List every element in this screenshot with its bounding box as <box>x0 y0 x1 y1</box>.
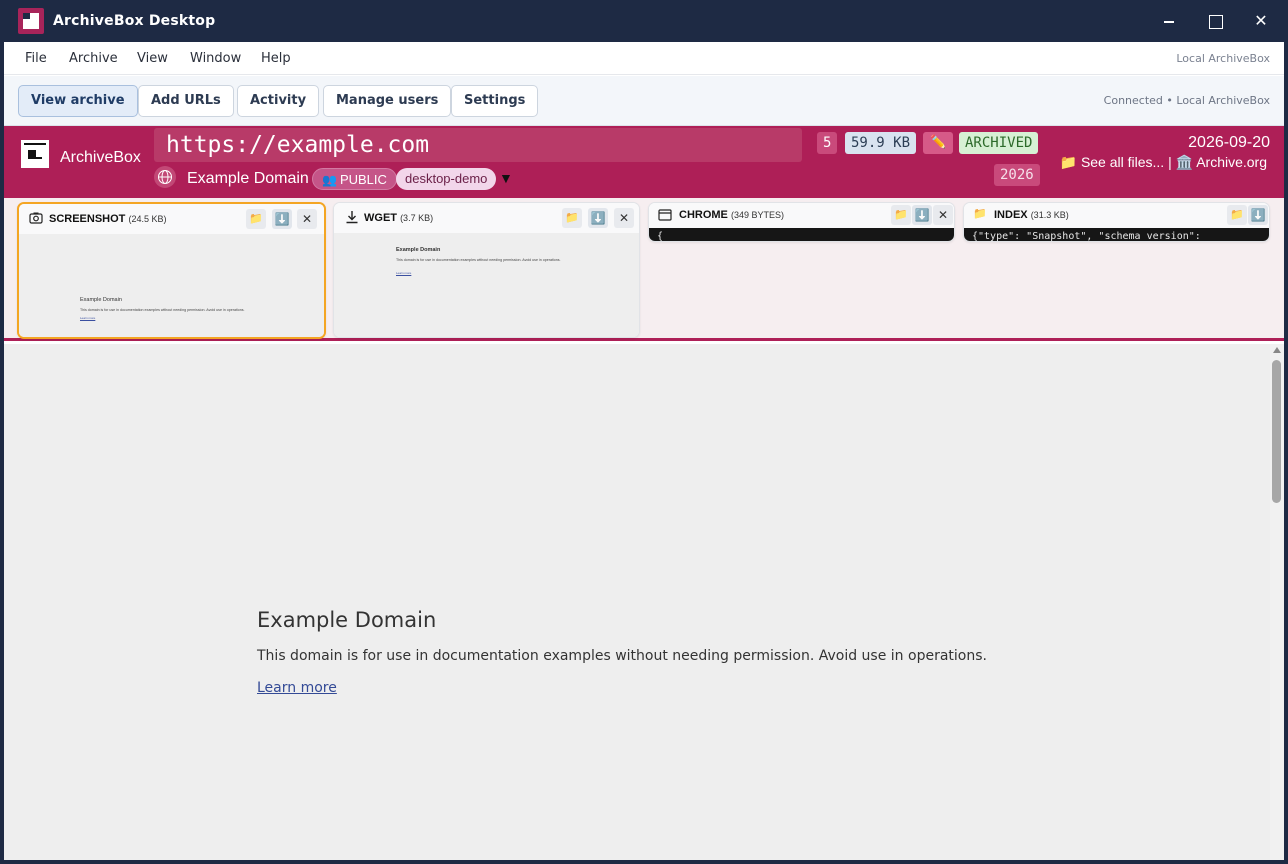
archive-org-link[interactable]: Archive.org <box>1196 154 1267 170</box>
learn-more-link[interactable]: Learn more <box>257 680 337 696</box>
snapshot-links: 📁 See all files... | 🏛️ Archive.org <box>1060 154 1267 171</box>
folder-icon: 📁 <box>565 212 579 224</box>
menubar-instance-label: Local ArchiveBox <box>1176 52 1270 65</box>
close-panel-button[interactable]: ✕ <box>297 209 317 229</box>
pencil-icon[interactable]: ✏️ <box>923 132 954 154</box>
camera-icon <box>29 212 43 224</box>
snapshot-header: ArchiveBox https://example.com Example D… <box>4 126 1284 198</box>
download-button[interactable]: ⬇️ <box>912 205 932 225</box>
snapshot-date: 2026-09-20 <box>1188 134 1270 151</box>
download-button[interactable]: ⬇️ <box>272 209 292 229</box>
page-heading: Example Domain <box>257 608 437 632</box>
download-icon: ⬇️ <box>274 212 290 226</box>
menu-help[interactable]: Help <box>261 51 291 66</box>
index-json-preview: {"type": "Snapshot", "schema_version": <box>964 228 1269 241</box>
chrome-card[interactable]: CHROME (349 BYTES) 📁 ⬇️ ✕ { <box>648 202 955 242</box>
card-header: SCREENSHOT (24.5 KB) 📁 ⬇️ ✕ <box>19 204 324 234</box>
add-urls-button[interactable]: Add URLs <box>138 85 234 117</box>
preview-text: This domain is for use in documentation … <box>396 258 561 262</box>
open-folder-button[interactable]: 📁 <box>246 209 266 229</box>
folder-icon: 📁 <box>249 213 263 225</box>
activity-button[interactable]: Activity <box>237 85 320 117</box>
settings-button[interactable]: Settings <box>451 85 539 117</box>
title-bar: ArchiveBox Desktop ✕ <box>0 0 1288 42</box>
users-icon: 👥 <box>322 173 337 187</box>
tag-badge[interactable]: desktop-demo <box>396 168 497 190</box>
folder-icon: 📁 <box>973 208 987 220</box>
page-paragraph: This domain is for use in documentation … <box>257 648 987 664</box>
visibility-label: PUBLIC <box>339 172 387 187</box>
card-title: SCREENSHOT (24.5 KB) <box>49 213 167 225</box>
index-card[interactable]: 📁 INDEX (31.3 KB) 📁 ⬇️ {"type": "Snapsho… <box>963 202 1270 242</box>
archiveresult-panels: SCREENSHOT (24.5 KB) 📁 ⬇️ ✕ Example Doma… <box>4 198 1284 341</box>
snapshot-url-field[interactable]: https://example.com <box>154 128 802 162</box>
preview-title: Example Domain <box>396 247 441 253</box>
open-folder-button[interactable]: 📁 <box>562 208 582 228</box>
browser-window-icon <box>658 209 672 221</box>
menu-window[interactable]: Window <box>190 51 241 66</box>
menu-archive[interactable]: Archive <box>69 51 118 66</box>
folder-icon: 📁 <box>894 209 908 221</box>
close-window-button[interactable]: ✕ <box>1250 10 1272 32</box>
screenshot-preview: Example Domain This domain is for use in… <box>19 234 324 337</box>
app-content: File Archive View Window Help Local Arch… <box>4 42 1284 860</box>
app-logo-icon <box>18 8 44 34</box>
open-folder-button[interactable]: 📁 <box>891 205 911 225</box>
bank-icon: 🏛️ <box>1175 154 1194 170</box>
chrome-json-preview: { <box>649 228 954 241</box>
app-window: ArchiveBox Desktop ✕ File Archive View W… <box>0 0 1288 864</box>
screenshot-card[interactable]: SCREENSHOT (24.5 KB) 📁 ⬇️ ✕ Example Doma… <box>17 202 326 339</box>
download-icon: ⬇️ <box>1250 208 1266 222</box>
maximize-button[interactable] <box>1204 10 1226 32</box>
preview-title: Example Domain <box>80 297 122 303</box>
caret-down-icon[interactable]: ▼ <box>499 170 513 186</box>
menu-view[interactable]: View <box>137 51 168 66</box>
link-separator: | <box>1168 154 1172 170</box>
window-title: ArchiveBox Desktop <box>53 13 216 29</box>
folder-icon: 📁 <box>1230 209 1244 221</box>
card-title: WGET (3.7 KB) <box>364 212 434 224</box>
download-button[interactable]: ⬇️ <box>1248 205 1268 225</box>
connection-status: Connected • Local ArchiveBox <box>1103 94 1270 107</box>
snapshot-url: https://example.com <box>166 132 430 158</box>
viewer-scrollbar[interactable] <box>1270 344 1284 860</box>
archive-viewer[interactable]: Example Domain This domain is for use in… <box>4 344 1270 860</box>
card-title: INDEX (31.3 KB) <box>994 209 1069 221</box>
status-badge: ARCHIVED <box>959 132 1039 154</box>
minimize-button[interactable] <box>1158 10 1180 32</box>
wget-card[interactable]: WGET (3.7 KB) 📁 ⬇️ ✕ Example Domain This… <box>333 202 640 338</box>
download-icon: ⬇️ <box>914 208 930 222</box>
scroll-up-arrow-icon[interactable] <box>1273 347 1281 353</box>
menu-file[interactable]: File <box>25 51 47 66</box>
see-all-files-link[interactable]: See all files... <box>1081 154 1164 170</box>
archiveresult-count-badge: 5 <box>817 132 838 154</box>
view-archive-button[interactable]: View archive <box>18 85 138 117</box>
close-panel-button[interactable]: ✕ <box>933 205 953 225</box>
archivebox-brand[interactable]: ArchiveBox <box>60 149 141 167</box>
toolbar: View archive Add URLs Activity Manage us… <box>4 76 1284 126</box>
archivebox-logo-icon[interactable] <box>21 140 49 168</box>
card-header: CHROME (349 BYTES) 📁 ⬇️ ✕ <box>649 203 954 228</box>
globe-icon <box>154 166 176 188</box>
close-panel-button[interactable]: ✕ <box>614 208 634 228</box>
card-title: CHROME (349 BYTES) <box>679 209 784 221</box>
snapshot-title: Example Domain <box>187 170 309 187</box>
open-folder-button[interactable]: 📁 <box>1227 205 1247 225</box>
download-icon: ⬇️ <box>590 211 606 225</box>
card-header: WGET (3.7 KB) 📁 ⬇️ ✕ <box>334 203 639 233</box>
preview-text: This domain is for use in documentation … <box>80 308 245 312</box>
menu-bar: File Archive View Window Help Local Arch… <box>4 42 1284 75</box>
manage-users-button[interactable]: Manage users <box>323 85 452 117</box>
card-header: 📁 INDEX (31.3 KB) 📁 ⬇️ <box>964 203 1269 228</box>
snapshot-size-badge: 59.9 KB <box>845 132 917 154</box>
year-badge: 2026 <box>994 164 1040 186</box>
preview-link: Learn more <box>396 271 412 275</box>
preview-link: Learn more <box>80 316 96 320</box>
download-button[interactable]: ⬇️ <box>588 208 608 228</box>
scrollbar-thumb[interactable] <box>1272 360 1281 503</box>
wget-preview: Example Domain This domain is for use in… <box>334 233 639 337</box>
visibility-badge[interactable]: 👥 PUBLIC <box>312 168 397 190</box>
folder-icon: 📁 <box>1059 154 1078 170</box>
download-icon <box>346 211 358 224</box>
